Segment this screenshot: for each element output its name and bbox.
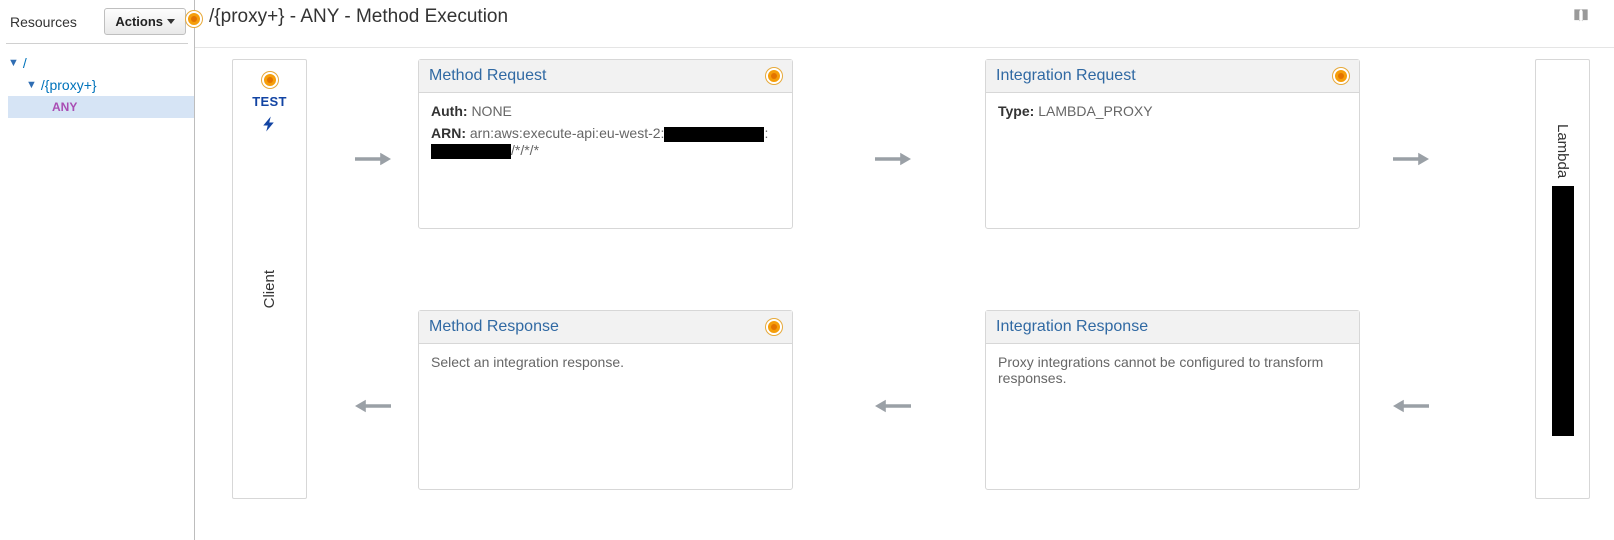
- panel-header: Integration Request: [986, 60, 1359, 93]
- resource-tree: ▼ / ▼ /{proxy+} ANY: [0, 50, 194, 118]
- docs-icon[interactable]: [1570, 6, 1592, 29]
- orange-indicator-icon: [186, 11, 202, 30]
- arrow-left-icon: [1393, 397, 1429, 418]
- panel-title: Integration Request: [996, 67, 1136, 85]
- type-label: Type:: [998, 103, 1034, 119]
- tree-item-root[interactable]: ▼ /: [8, 52, 194, 74]
- tree-label[interactable]: /: [23, 55, 27, 71]
- panel-body: Select an integration response.: [419, 344, 792, 380]
- orange-indicator-icon: [766, 68, 782, 84]
- panel-body: Auth: NONE ARN: arn:aws:execute-api:eu-w…: [419, 93, 792, 175]
- lambda-label: Lambda: [1554, 124, 1571, 178]
- redacted: [664, 127, 764, 142]
- lambda-name-redacted: [1552, 186, 1574, 436]
- method-response-text: Select an integration response.: [431, 354, 624, 370]
- tree-label: ANY: [52, 100, 77, 114]
- tree-label[interactable]: /{proxy+}: [41, 77, 97, 93]
- method-response-panel[interactable]: Method Response Select an integration re…: [418, 310, 793, 490]
- arn-label: ARN:: [431, 125, 466, 141]
- caret-down-icon: ▼: [26, 79, 37, 91]
- panel-body: Type: LAMBDA_PROXY: [986, 93, 1359, 135]
- page-title: /{proxy+} - ANY - Method Execution: [209, 6, 508, 28]
- auth-label: Auth:: [431, 103, 468, 119]
- integration-response-panel[interactable]: Integration Response Proxy integrations …: [985, 310, 1360, 490]
- sidebar-title: Resources: [10, 14, 77, 30]
- type-value: LAMBDA_PROXY: [1038, 103, 1152, 119]
- lightning-icon[interactable]: [261, 111, 279, 140]
- auth-value: NONE: [471, 103, 511, 119]
- panel-header: Integration Response: [986, 311, 1359, 344]
- chevron-down-icon: [167, 19, 175, 24]
- tree-item-proxy[interactable]: ▼ /{proxy+}: [8, 74, 194, 96]
- actions-label: Actions: [115, 14, 163, 29]
- main-panel: /{proxy+} - ANY - Method Execution TEST …: [195, 0, 1614, 540]
- breadcrumb-text: /{proxy+} - ANY - Method Execution: [209, 6, 508, 27]
- redacted: [431, 144, 511, 159]
- panel-body: Proxy integrations cannot be configured …: [986, 344, 1359, 396]
- client-label: Client: [261, 270, 278, 308]
- sidebar: Resources Actions ▼ / ▼ /{proxy+} ANY: [0, 0, 195, 540]
- arrow-left-icon: [875, 397, 911, 418]
- arn-suffix: /*/*/*: [511, 142, 539, 158]
- arrow-right-icon: [875, 150, 911, 171]
- arrow-right-icon: [355, 150, 391, 171]
- tree-item-method-any[interactable]: ANY: [8, 96, 194, 118]
- divider: [6, 43, 188, 44]
- panel-title: Method Request: [429, 67, 546, 85]
- execution-canvas: TEST Client Lambda Method Request: [195, 45, 1614, 540]
- panel-title: Method Response: [429, 318, 559, 336]
- actions-button[interactable]: Actions: [104, 8, 186, 35]
- panel-header: Method Response: [419, 311, 792, 344]
- arn-prefix: arn:aws:execute-api:eu-west-2:: [470, 125, 665, 141]
- caret-down-icon: ▼: [8, 57, 19, 69]
- integration-response-text: Proxy integrations cannot be configured …: [998, 354, 1323, 386]
- client-node: TEST Client: [232, 59, 307, 499]
- method-request-panel[interactable]: Method Request Auth: NONE ARN: arn:aws:e…: [418, 59, 793, 229]
- arrow-right-icon: [1393, 150, 1429, 171]
- orange-indicator-icon: [262, 72, 278, 88]
- integration-request-panel[interactable]: Integration Request Type: LAMBDA_PROXY: [985, 59, 1360, 229]
- orange-indicator-icon: [766, 319, 782, 335]
- arrow-left-icon: [355, 397, 391, 418]
- orange-indicator-icon: [1333, 68, 1349, 84]
- panel-header: Method Request: [419, 60, 792, 93]
- lambda-node: Lambda: [1535, 59, 1590, 499]
- test-button[interactable]: TEST: [252, 94, 286, 109]
- panel-title: Integration Response: [996, 318, 1148, 336]
